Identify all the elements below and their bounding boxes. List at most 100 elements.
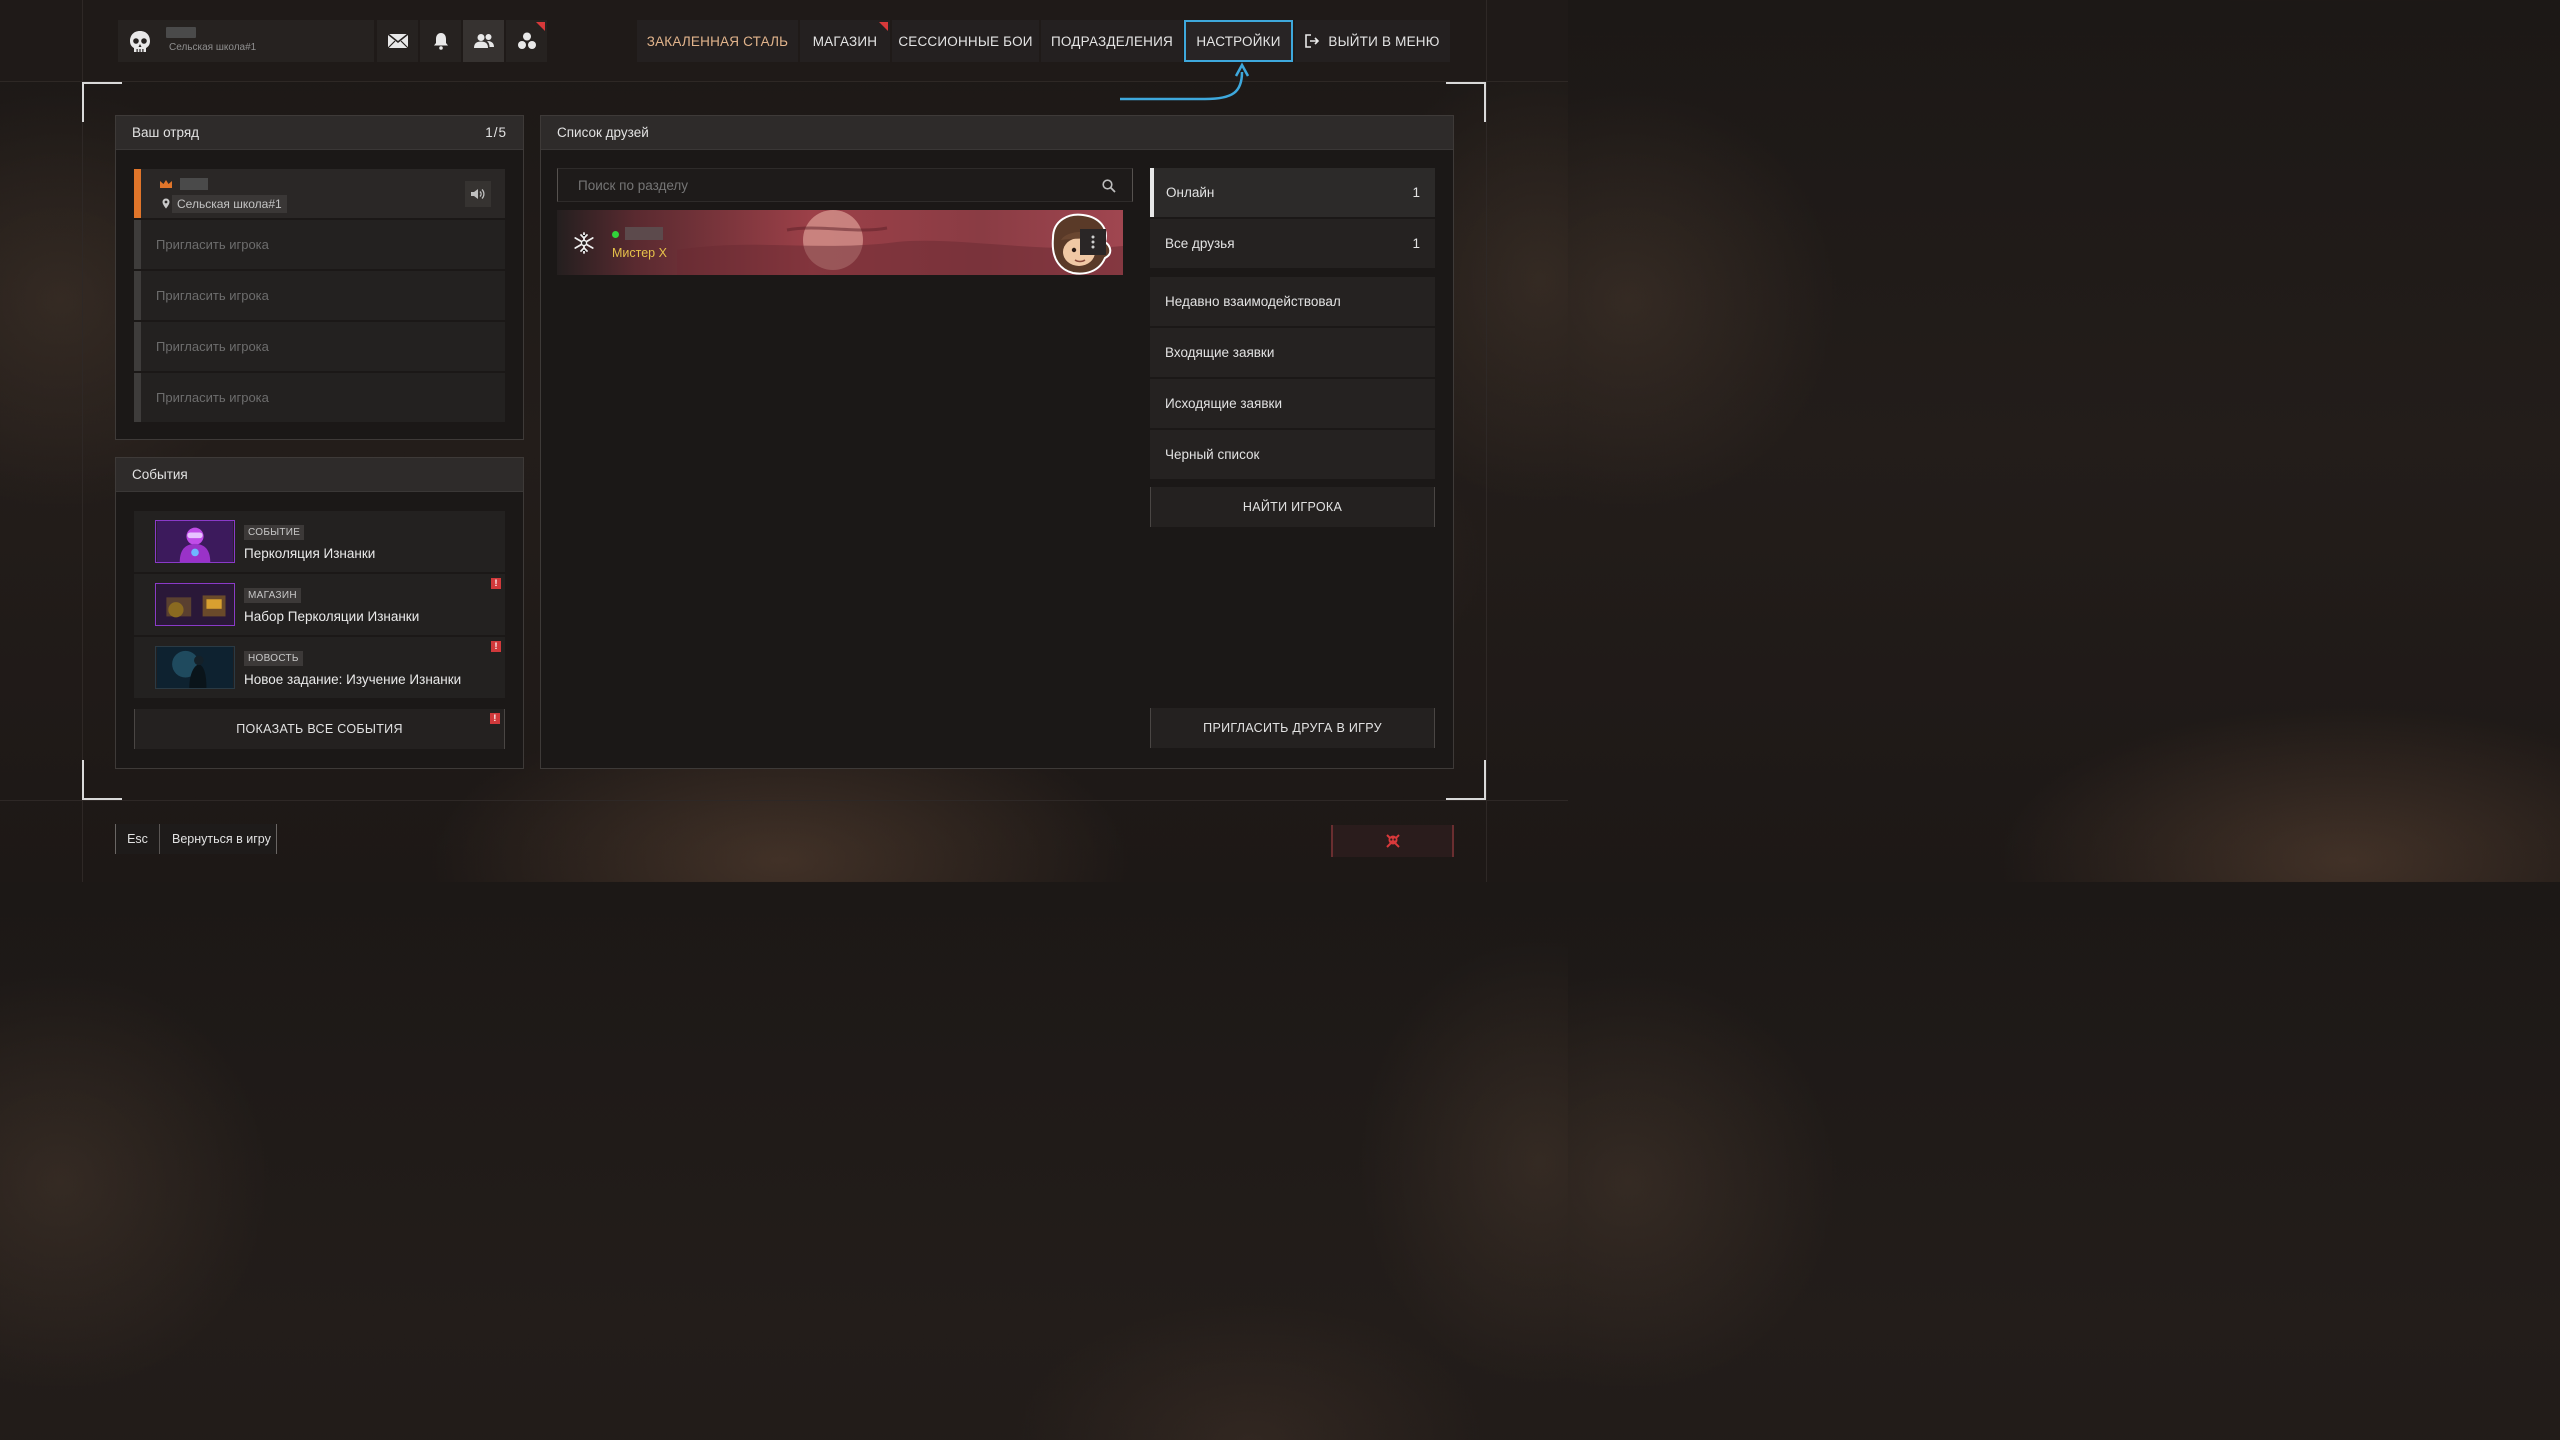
event-thumbnail: [155, 646, 235, 689]
snowflake-icon: [574, 232, 594, 254]
bell-icon: [433, 33, 448, 50]
notifications-button[interactable]: [420, 20, 461, 62]
nav-session-battles[interactable]: СЕССИОННЫЕ БОИ: [892, 20, 1039, 62]
events-header: События: [116, 458, 523, 492]
report-button[interactable]: [1331, 825, 1454, 857]
group-button[interactable]: [506, 20, 547, 62]
group-icon: [517, 32, 536, 49]
speaker-icon: [471, 189, 485, 199]
friends-header: Список друзей: [541, 116, 1453, 150]
events-title: События: [132, 467, 188, 482]
friend-banner-art: [677, 210, 1123, 275]
find-player-button[interactable]: НАЙТИ ИГРОКА: [1150, 487, 1435, 527]
exit-icon: [1305, 34, 1320, 48]
nav-divisions[interactable]: ПОДРАЗДЕЛЕНИЯ: [1041, 20, 1183, 62]
search-input[interactable]: [558, 169, 1088, 201]
friend-title: Мистер X: [612, 246, 667, 260]
friends-button[interactable]: [463, 20, 504, 62]
mail-icon: [387, 33, 408, 49]
nav-shop[interactable]: МАГАЗИН: [800, 20, 890, 62]
invite-slot[interactable]: Пригласить игрока: [134, 220, 505, 269]
exit-label: ВЫЙТИ В МЕНЮ: [1328, 33, 1440, 49]
hint-arrow: [1120, 62, 1250, 101]
player-name-redacted: [166, 27, 196, 38]
filter-label: Исходящие заявки: [1165, 396, 1282, 411]
filter-recent[interactable]: Недавно взаимодействовал: [1150, 277, 1435, 326]
event-item[interactable]: НОВОСТЬ Новое задание: Изучение Изнанки …: [134, 637, 505, 698]
filter-online[interactable]: Онлайн 1: [1150, 168, 1435, 217]
invite-label: Пригласить игрока: [156, 390, 269, 405]
alert-icon: !: [490, 713, 500, 724]
notification-marker: [536, 22, 545, 31]
return-to-game-button[interactable]: Esc Вернуться в игру: [115, 824, 277, 854]
events-panel: События СОБЫТИЕ Перколяция Изнанки МАГАЗ…: [115, 457, 524, 769]
event-title: Новое задание: Изучение Изнанки: [244, 672, 462, 687]
esc-key-hint: Esc: [116, 824, 160, 854]
squad-title: Ваш отряд: [132, 125, 200, 140]
event-tag: МАГАЗИН: [244, 588, 301, 603]
leader-school: Сельская школа#1: [172, 195, 287, 213]
filter-incoming-requests[interactable]: Входящие заявки: [1150, 328, 1435, 377]
invite-slot[interactable]: Пригласить игрока: [134, 322, 505, 371]
filter-outgoing-requests[interactable]: Исходящие заявки: [1150, 379, 1435, 428]
frame-line-left: [82, 0, 83, 882]
filter-label: Все друзья: [1165, 236, 1235, 251]
friends-title: Список друзей: [557, 125, 649, 140]
filter-blacklist[interactable]: Черный список: [1150, 430, 1435, 479]
invite-slot[interactable]: Пригласить игрока: [134, 373, 505, 422]
nav-hardened-steel[interactable]: ЗАКАЛЕННАЯ СТАЛЬ: [637, 20, 798, 62]
filter-label: Недавно взаимодействовал: [1165, 294, 1341, 309]
friends-icon: [473, 34, 494, 48]
squad-count: 1/5: [485, 125, 507, 140]
friend-options-button[interactable]: [1080, 229, 1106, 255]
filter-count: 1: [1412, 185, 1420, 200]
nav-settings[interactable]: НАСТРОЙКИ: [1184, 20, 1293, 62]
invite-label: Пригласить игрока: [156, 339, 269, 354]
friend-card[interactable]: Мистер X: [557, 210, 1123, 275]
skull-icon: [130, 31, 150, 52]
location-pin-icon: [162, 198, 170, 209]
event-tag: СОБЫТИЕ: [244, 525, 305, 540]
leader-name-redacted: [180, 178, 208, 190]
frame-line-right: [1486, 0, 1487, 882]
mail-button[interactable]: [377, 20, 418, 62]
filter-label: Черный список: [1165, 447, 1260, 462]
event-tag: НОВОСТЬ: [244, 651, 303, 666]
alert-icon: !: [491, 641, 501, 652]
squad-header: Ваш отряд 1/5: [116, 116, 523, 150]
event-thumbnail: [155, 583, 235, 626]
nav-shop-label: МАГАЗИН: [812, 33, 878, 49]
alert-icon: !: [491, 578, 501, 589]
show-all-events-button[interactable]: ПОКАЗАТЬ ВСЕ СОБЫТИЯ !: [134, 709, 505, 749]
squad-leader-slot[interactable]: Сельская школа#1: [134, 169, 505, 218]
event-title: Набор Перколяции Изнанки: [244, 609, 420, 624]
filter-all-friends[interactable]: Все друзья 1: [1150, 219, 1435, 268]
crown-icon: [160, 180, 172, 188]
squad-panel: Ваш отряд 1/5 Сельская школа#1 Пригласит…: [115, 115, 524, 440]
shop-new-marker: [879, 22, 888, 31]
skull-crossbones-icon: [1385, 834, 1400, 848]
invite-friend-button[interactable]: ПРИГЛАСИТЬ ДРУГА В ИГРУ: [1150, 708, 1435, 748]
filter-count: 1: [1412, 236, 1420, 251]
friends-search[interactable]: [557, 168, 1133, 202]
invite-label: Пригласить игрока: [156, 237, 269, 252]
voice-button[interactable]: [465, 181, 491, 207]
friend-name-redacted: [625, 227, 663, 240]
filter-label: Онлайн: [1166, 185, 1215, 200]
event-item[interactable]: СОБЫТИЕ Перколяция Изнанки: [134, 511, 505, 572]
profile-school: Сельская школа#1: [169, 42, 257, 53]
footer-divider: [0, 800, 1568, 801]
profile-card[interactable]: Сельская школа#1: [118, 20, 374, 62]
kebab-menu-icon: [1091, 235, 1095, 249]
event-item[interactable]: МАГАЗИН Набор Перколяции Изнанки !: [134, 574, 505, 635]
event-thumbnail: [155, 520, 235, 563]
search-icon[interactable]: [1102, 179, 1116, 193]
filter-label: Входящие заявки: [1165, 345, 1275, 360]
return-label: Вернуться в игру: [172, 832, 271, 846]
event-title: Перколяция Изнанки: [244, 546, 376, 561]
show-all-label: ПОКАЗАТЬ ВСЕ СОБЫТИЯ: [236, 722, 403, 736]
nav-exit-menu[interactable]: ВЫЙТИ В МЕНЮ: [1295, 20, 1450, 62]
invite-slot[interactable]: Пригласить игрока: [134, 271, 505, 320]
online-status-dot: [612, 231, 619, 238]
invite-label: Пригласить игрока: [156, 288, 269, 303]
